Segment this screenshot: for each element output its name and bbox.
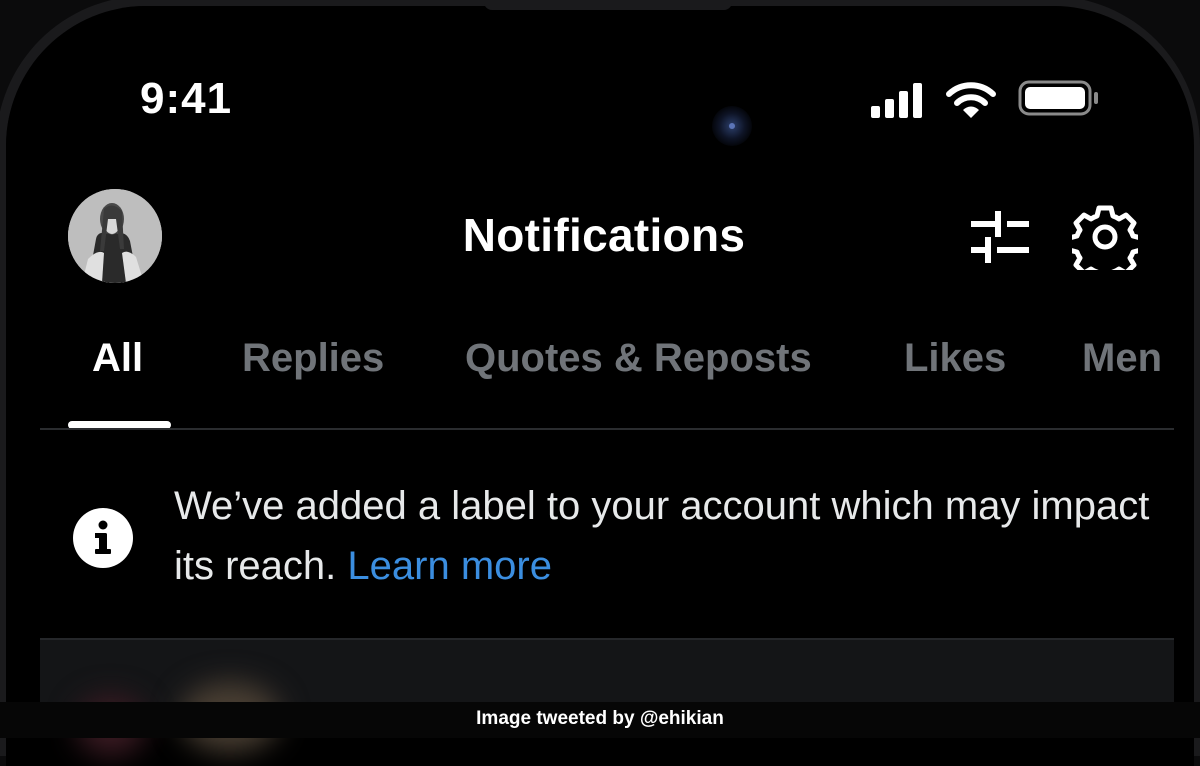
- tab-mentions-clip: Men: [1082, 336, 1200, 396]
- tab-quotes-reposts[interactable]: Quotes & Reposts: [465, 336, 812, 381]
- tab-mentions[interactable]: Men: [1082, 336, 1162, 381]
- phone-top-edge: [484, 0, 732, 10]
- wifi-icon: [946, 82, 996, 118]
- tabs-divider: [40, 428, 1174, 430]
- notice-message: We’ve added a label to your account whic…: [174, 484, 1150, 588]
- cellular-signal-icon: [871, 82, 925, 118]
- tab-replies[interactable]: Replies: [242, 336, 384, 381]
- account-label-notice: We’ve added a label to your account whic…: [174, 476, 1154, 596]
- info-icon: [73, 508, 133, 568]
- notification-tabs: All Replies Quotes & Reposts Likes Men: [0, 336, 1200, 396]
- front-camera: [712, 106, 752, 146]
- filter-sliders-icon[interactable]: [970, 210, 1030, 266]
- image-caption: Image tweeted by @ehikian: [476, 708, 724, 729]
- tab-all[interactable]: All: [92, 336, 143, 381]
- status-time: 9:41: [140, 74, 233, 123]
- gear-icon[interactable]: [1072, 204, 1138, 270]
- tab-likes[interactable]: Likes: [904, 336, 1006, 381]
- learn-more-link[interactable]: Learn more: [347, 544, 552, 588]
- battery-icon: [1018, 80, 1098, 116]
